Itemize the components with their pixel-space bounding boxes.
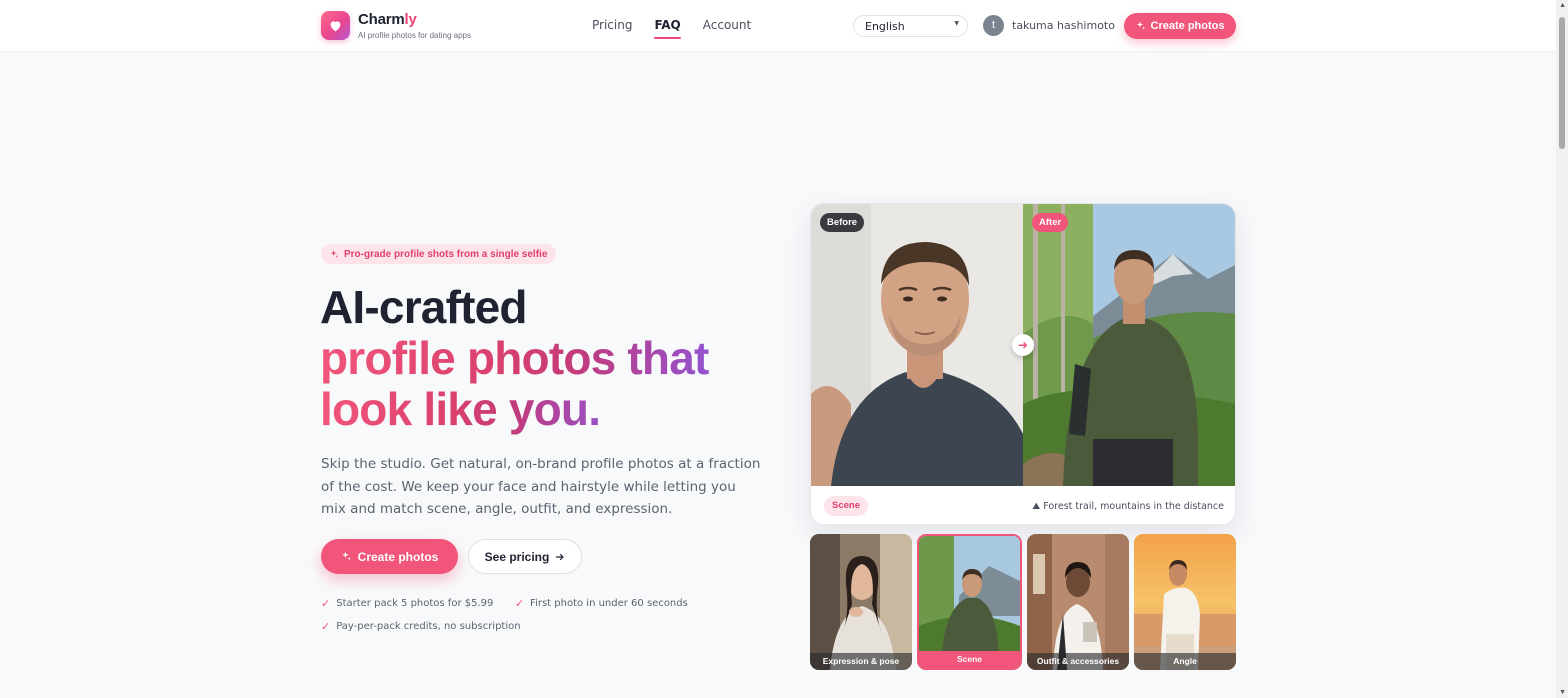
feature-list: ✓ Starter pack 5 photos for $5.99 ✓ First … [321,594,721,639]
feature-item: ✓ Pay-per-pack credits, no subscription [321,619,521,633]
language-value: English [865,20,905,33]
thumbnail-angle[interactable]: Angle [1134,534,1236,670]
top-navbar: Charmly AI profile photos for dating app… [0,0,1556,52]
thumbnail-label: Scene [919,651,1020,668]
hero-pill-text: Pro-grade profile shots from a single se… [344,248,548,260]
feature-item: ✓ Starter pack 5 photos for $5.99 [321,597,494,610]
page-scrollbar[interactable]: ▲ ▼ [1556,0,1568,698]
before-after-card: Before After ➜ Scene ⛰ Forest trail, mou… [810,203,1236,525]
card-footer: Scene ⛰ Forest trail, mountains in the d… [811,486,1235,524]
nav-account[interactable]: Account [703,18,751,32]
check-icon: ✓ [321,597,331,610]
sparkle-icon [341,551,352,562]
hero-pill-badge: Pro-grade profile shots from a single se… [321,244,557,264]
scroll-down-icon[interactable]: ▼ [1559,689,1566,696]
thumbnail-scene[interactable]: Scene [917,534,1022,670]
thumbnail-label: Expression & pose [810,653,912,670]
check-icon: ✓ [514,597,525,610]
nav-faq[interactable]: FAQ [654,18,682,39]
thumbnail-expression-pose[interactable]: Expression & pose [810,534,912,670]
arrow-right-icon [555,552,565,562]
thumbnail-label: Outfit & accessories [1027,653,1129,670]
user-menu[interactable]: t takuma hashimoto [983,15,1115,36]
create-photos-label: Create photos [357,549,439,564]
scene-description: ⛰ Forest trail, mountains in the distanc… [1032,501,1224,512]
nav-pricing[interactable]: Pricing [592,18,632,32]
hero-headline: AI-crafted profile photos that look like… [320,282,780,435]
feature-item: ✓ First photo in under 60 seconds [514,597,688,610]
sparkle-icon [330,249,339,259]
see-pricing-label: See pricing [484,549,550,564]
hero-cta-row: Create photos See pricing [321,539,582,574]
user-name: takuma hashimoto [1012,19,1115,32]
variant-thumbnails: Expression & pose Scene Outfit & accesso… [810,534,1236,670]
headline-line-2: profile photos that [320,333,780,384]
create-photos-button[interactable]: Create photos [321,539,458,574]
main-nav: Pricing FAQ Account [592,18,773,39]
arrow-right-icon: ➜ [1012,334,1034,356]
language-select[interactable]: English ▼ [853,15,968,37]
headline-line-3: look like you. [320,384,780,435]
mountain-icon: ⛰ [1032,501,1041,512]
brand-logo[interactable]: Charmly AI profile photos for dating app… [321,11,471,40]
headline-line-1: AI-crafted [320,281,528,333]
hero-description: Skip the studio. Get natural, on-brand p… [321,456,761,517]
avatar: t [983,15,1004,36]
check-icon: ✓ [321,619,331,633]
scroll-up-icon[interactable]: ▲ [1559,2,1566,9]
chevron-down-icon: ▼ [954,20,959,27]
before-photo [811,204,1023,486]
see-pricing-button[interactable]: See pricing [468,539,582,574]
after-tag: After [1032,213,1069,232]
thumbnail-outfit-accessories[interactable]: Outfit & accessories [1027,534,1129,670]
header-cta-label: Create photos [1150,20,1225,32]
scrollbar-thumb[interactable] [1559,17,1565,149]
sparkle-icon [1136,21,1146,31]
header-create-photos-button[interactable]: Create photos [1124,13,1236,39]
thumbnail-label: Angle [1134,653,1236,670]
after-photo [1023,204,1235,486]
scene-chip: Scene [824,496,868,516]
brand-name: Charmly [358,10,417,28]
brand-tagline: AI profile photos for dating apps [358,30,471,40]
before-tag: Before [820,213,865,232]
heart-icon [321,11,350,40]
